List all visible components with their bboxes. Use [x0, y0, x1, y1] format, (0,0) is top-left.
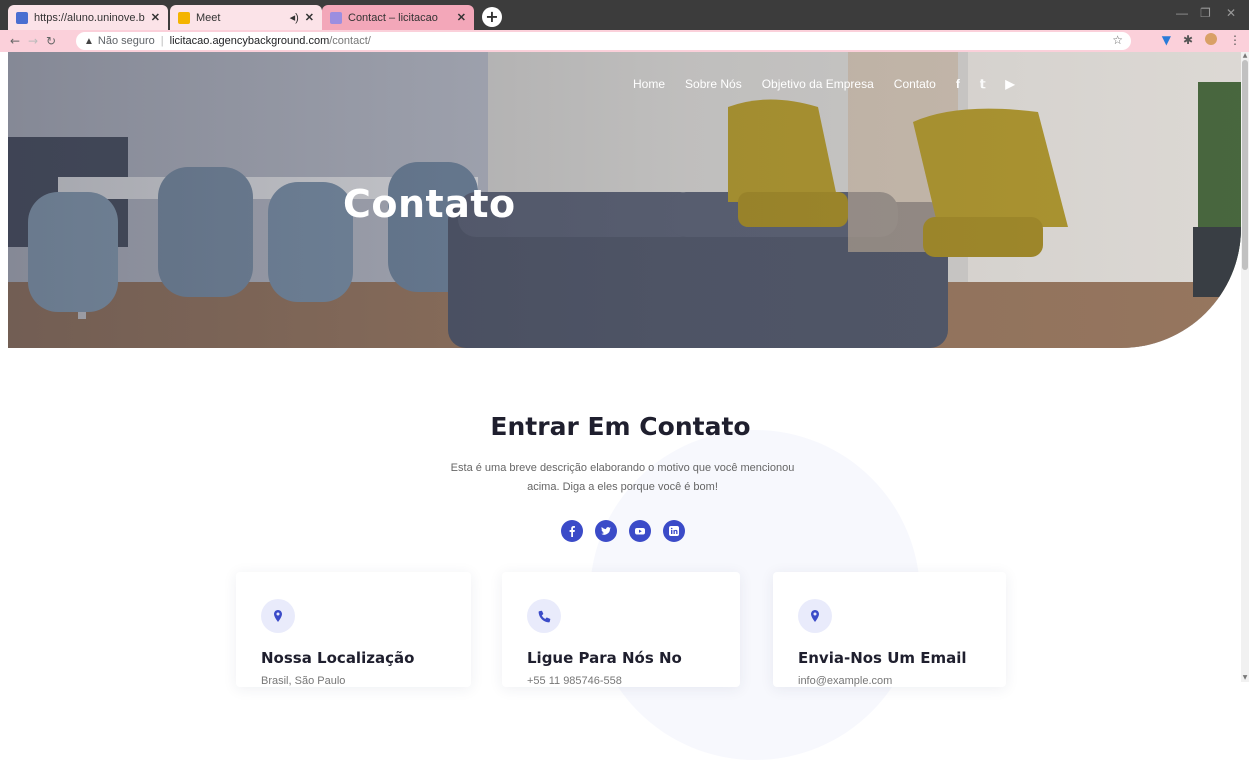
card-title: Envia-Nos Um Email: [798, 649, 967, 667]
reload-icon[interactable]: ↻: [42, 34, 60, 48]
site-favicon-icon: [330, 11, 342, 24]
linkedin-icon[interactable]: [663, 520, 685, 542]
bookmark-star-icon[interactable]: ☆: [1112, 33, 1123, 47]
location-pin-icon: [261, 599, 295, 633]
tab-label: Meet: [196, 11, 221, 24]
close-window-icon[interactable]: ✕: [1226, 6, 1236, 20]
extensions-puzzle-icon[interactable]: ✱: [1183, 33, 1193, 47]
browser-toolbar: ← → ↻ ▲ Não seguro | licitacao.agencybac…: [0, 30, 1249, 52]
contact-card-email: Envia-Nos Um Email info@example.com: [773, 572, 1006, 687]
warning-icon[interactable]: ▲: [84, 36, 94, 47]
contact-card-phone: Ligue Para Nós No +55 11 985746-558: [502, 572, 740, 687]
browser-tab-contact[interactable]: Contact – licitacao ✕: [322, 5, 474, 30]
youtube-icon[interactable]: ▶: [1005, 77, 1014, 91]
url-host: licitacao.agencybackground.com: [169, 35, 330, 47]
browser-tab-bar: https://aluno.uninove.br/sala_on ✕ Meet …: [0, 0, 1249, 30]
separator: |: [160, 35, 164, 47]
menu-kebab-icon[interactable]: ⋮: [1229, 33, 1241, 47]
new-tab-button[interactable]: +: [482, 7, 502, 27]
hero-overlay: [8, 52, 1241, 348]
close-tab-icon[interactable]: ✕: [151, 11, 160, 24]
card-title: Ligue Para Nós No: [527, 649, 682, 667]
section-title: Entrar Em Contato: [490, 412, 751, 441]
extension-icon[interactable]: ▼: [1162, 33, 1171, 47]
hero-banner: Home Sobre Nós Objetivo da Empresa Conta…: [8, 52, 1241, 348]
minimize-icon[interactable]: —: [1176, 6, 1188, 20]
card-text: Brasil, São Paulo: [261, 675, 346, 687]
card-text: +55 11 985746-558: [527, 675, 622, 687]
youtube-icon[interactable]: [629, 520, 651, 542]
phone-icon: [527, 599, 561, 633]
tab-label: https://aluno.uninove.br/sala_on: [34, 11, 145, 24]
twitter-icon[interactable]: 𝕥: [980, 77, 986, 91]
twitter-icon[interactable]: [595, 520, 617, 542]
scrollbar-thumb[interactable]: [1242, 60, 1248, 270]
hero-title: Contato: [343, 182, 516, 226]
security-label: Não seguro: [97, 35, 155, 47]
address-bar[interactable]: ▲ Não seguro | licitacao.agencybackgroun…: [76, 32, 1131, 50]
scroll-down-icon[interactable]: ▼: [1241, 674, 1249, 682]
card-text: info@example.com: [798, 675, 893, 687]
social-icons-row: [561, 520, 685, 542]
facebook-icon[interactable]: f: [956, 77, 960, 91]
close-tab-icon[interactable]: ✕: [305, 11, 314, 24]
nav-contato[interactable]: Contato: [894, 77, 936, 91]
facebook-icon[interactable]: [561, 520, 583, 542]
profile-avatar[interactable]: [1205, 33, 1217, 45]
section-description: Esta é uma breve descrição elaborando o …: [450, 462, 795, 493]
nav-objetivo[interactable]: Objetivo da Empresa: [762, 77, 874, 91]
location-pin-icon: [798, 599, 832, 633]
scroll-up-icon[interactable]: ▲: [1241, 52, 1249, 60]
uninove-favicon-icon: [16, 11, 28, 24]
forward-icon[interactable]: →: [24, 34, 42, 48]
browser-tab-meet[interactable]: Meet ◂) ✕: [170, 5, 322, 30]
contact-card-location: Nossa Localização Brasil, São Paulo: [236, 572, 471, 687]
extensions-area: ▼ ✱ ⋮: [1162, 33, 1241, 47]
url-path: /contact/: [329, 35, 371, 47]
browser-tab-uninove[interactable]: https://aluno.uninove.br/sala_on ✕: [8, 5, 168, 30]
card-title: Nossa Localização: [261, 649, 415, 667]
back-icon[interactable]: ←: [6, 34, 24, 48]
nav-home[interactable]: Home: [633, 77, 665, 91]
restore-icon[interactable]: ❐: [1200, 6, 1211, 20]
site-navigation: Home Sobre Nós Objetivo da Empresa Conta…: [633, 77, 1015, 91]
audio-icon[interactable]: ◂): [290, 11, 299, 24]
tab-label: Contact – licitacao: [348, 11, 438, 24]
close-tab-icon[interactable]: ✕: [457, 11, 466, 24]
meet-favicon-icon: [178, 11, 190, 24]
nav-sobre-nos[interactable]: Sobre Nós: [685, 77, 742, 91]
